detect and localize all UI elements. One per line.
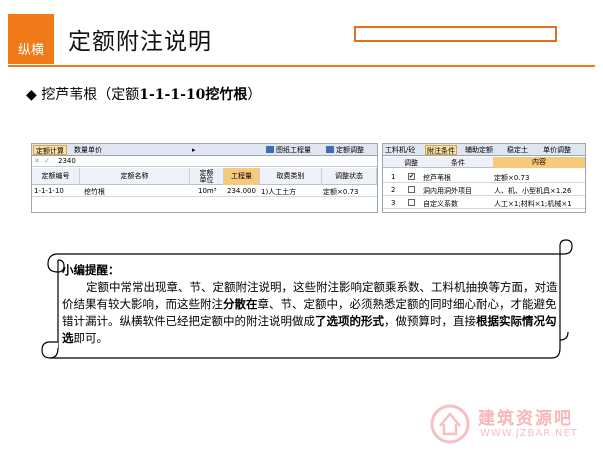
software-screenshot: 定额计算 数量单价 ▸ 图纸工程量 定额调整 ✕ ✓ 2340 定额编号 定额名… [31,143,586,213]
tip-note: 小编提醒： 定额中常常出现章、节、定额附注说明，这些附注影响定额乘系数、工料机抽… [62,262,562,347]
row-condition: 挖芦苇根 [423,174,451,182]
section-heading: ◆ 挖芦苇根（定额1-1-1-10挖竹根） [26,84,261,104]
confirm-icon[interactable]: ✓ [44,157,50,165]
watermark-text: 建筑资源吧 [478,409,573,429]
heading-end: ） [247,87,262,103]
watermark-url: WWW.JZBAR.NET [480,428,578,439]
heading-text: 挖芦苇根（定额 [41,87,140,103]
tab-quota-calc[interactable]: 定额计算 [33,145,67,155]
selection-highlight [354,26,557,42]
col-name: 定额名称 [80,168,190,185]
col-code: 定额编号 [32,168,80,185]
tab-stabilized-soil[interactable]: 稳定土 [507,145,528,155]
tab-quantity-price[interactable]: 数量单价 [72,145,104,155]
row-number: 2 [391,186,396,194]
logo-text: 纵横 [17,43,44,58]
cell-qty: 234.000 [227,187,256,195]
cell-unit: 10m³ [198,187,217,195]
page-title: 定额附注说明 [68,29,212,55]
quota-adjust-button[interactable]: 定额调整 [326,145,364,155]
tab-auxiliary-quota[interactable]: 辅助定额 [465,145,493,155]
note-text-3: ，做预算时，直接 [384,314,476,328]
col-condition: 条件 [451,159,465,167]
col-status: 调整状态 [322,168,377,185]
annotation-panel: 工料机/砼 附注条件 辅助定额 稳定土 单价调整 调整 条件 内容 1 ✔ 挖芦… [382,143,586,213]
cell-fee: 1)人工土方 [261,188,297,196]
adjust-checkbox[interactable]: ✔ [408,173,415,180]
adjust-checkbox[interactable] [408,186,415,193]
drawing-icon [266,146,274,153]
tab-materials[interactable]: 工料机/砼 [385,145,415,155]
title-divider [8,65,595,67]
row-content: 人工×1;材料×1;机械×1 [494,200,572,208]
row-content: 人、机、小型机具×1.26 [494,187,572,195]
cell-code: 1-1-1-10 [34,187,64,195]
cell-name: 挖竹根 [84,188,105,196]
list-item[interactable]: 2 洞内用洞外项目 人、机、小型机具×1.26 [383,185,585,196]
list-item[interactable]: 1 ✔ 挖芦苇根 定额×0.73 [383,172,585,183]
col-content: 内容 [493,157,585,168]
heading-bold: 1-1-1-10挖竹根 [139,87,248,103]
row-number: 3 [391,199,396,207]
edit-input[interactable]: 2340 [58,157,76,165]
row-number: 1 [391,173,396,181]
adjust-checkbox[interactable] [408,199,415,206]
drawing-quantity-label: 图纸工程量 [276,146,311,154]
note-bold-1: 分散在 [223,297,258,311]
col-qty: 工程量 [224,168,260,185]
note-body: 定额中常常出现章、节、定额附注说明，这些附注影响定额乘系数、工料机抽换等方面，对… [62,279,562,347]
brand-logo: 纵横 [8,14,54,64]
tab-annotation-conditions[interactable]: 附注条件 [425,145,457,155]
diamond-bullet-icon: ◆ [26,87,37,103]
row-content: 定额×0.73 [494,174,530,182]
note-title: 小编提醒： [62,263,120,277]
watermark-logo-icon [430,404,470,444]
list-item[interactable]: 3 自定义系数 人工×1;材料×1;机械×1 [383,198,585,209]
quota-table-header: 定额编号 定额名称 定额 单位 工程量 取费类别 调整状态 [32,168,377,185]
quota-panel: 定额计算 数量单价 ▸ 图纸工程量 定额调整 ✕ ✓ 2340 定额编号 定额名… [31,143,378,213]
note-text-4: 即可。 [73,331,109,345]
row-condition: 洞内用洞外项目 [423,187,472,195]
edit-bar: ✕ ✓ 2340 [32,156,377,167]
col-fee: 取费类别 [260,168,322,185]
col-adjust: 调整 [404,159,418,167]
cancel-icon[interactable]: ✕ [34,157,40,165]
quota-tabbar: 定额计算 数量单价 ▸ 图纸工程量 定额调整 [32,144,377,156]
annotation-table-header: 调整 条件 内容 [383,157,585,168]
quota-adjust-label: 定额调整 [336,146,364,154]
tab-price-adjust[interactable]: 单价调整 [543,145,571,155]
col-unit: 定额 单位 [190,168,224,185]
adjust-icon [326,146,334,153]
marker-icon: ▸ [192,146,196,154]
row-condition: 自定义系数 [423,200,458,208]
annotation-tabbar: 工料机/砼 附注条件 辅助定额 稳定土 单价调整 [383,144,585,156]
table-row[interactable]: 1-1-1-10 挖竹根 10m³ 234.000 1)人工土方 定额×0.73 [32,186,377,197]
cell-status: 定额×0.73 [323,188,359,196]
drawing-quantity-button[interactable]: 图纸工程量 [266,145,311,155]
note-bold-2: 了选项的形式 [315,314,384,328]
